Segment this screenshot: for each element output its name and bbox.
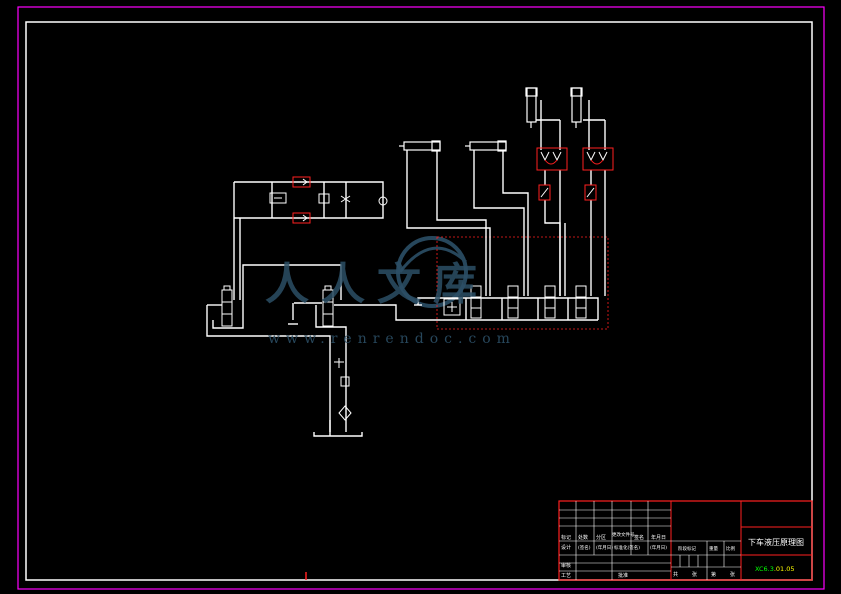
pilot-check-valve-pair-right [582,147,614,171]
tb-sheet-no: 第 [711,571,716,578]
tb-row2-0: 设计 [561,544,571,551]
tb-stage-label: 阶段标记 [678,545,696,552]
tb-sheet-total: 共 [673,571,678,578]
tb-row4-0: 工艺 [561,573,571,579]
watermark-title: 人人文库 [265,259,489,310]
drawing-number: XC6.3.01.05 [755,565,795,573]
throttle-valve-right [584,184,597,201]
drawing-title: 下车液压原理图 [748,537,804,547]
tb-row1-0: 标记 [561,534,571,541]
tb-row2-2: (年月日) [596,544,613,551]
pump-filter-group [334,358,352,421]
directional-valve-left [221,285,233,327]
tb-row1-5: 年月日 [651,534,666,541]
tb-row1-3: 更改文件号 [612,531,635,538]
horizontal-cylinder-right [465,140,507,152]
tb-row4-1: 批准 [618,572,628,579]
vertical-cylinder-right [570,87,583,128]
drawing-number-prefix: XC6.3 [755,565,774,573]
pilot-check-valve-pair-left [536,147,568,171]
tb-row2-4: (年月日) [650,544,667,551]
tb-row3-0: 审核 [561,562,571,569]
throttle-valve-left [538,184,551,201]
tb-weight-label: 重量 [709,545,718,552]
bridge-valves [269,192,388,206]
title-block: 标记 处数 分区 更改文件号 签名 年月日 设计 (签名) (年月日) 标准化(… [558,500,813,581]
drawing-number-suffix: .01.05 [774,565,795,573]
tb-row1-1: 处数 [578,534,588,541]
tb-scale-label: 比例 [726,545,735,552]
tb-sheet-word-2: 张 [730,571,735,578]
tb-row2-3: 标准化(签名) [614,544,640,551]
watermark-url: www.renrendoc.com [268,331,516,347]
tb-row1-2: 分区 [596,534,606,541]
vertical-cylinder-left [525,87,538,128]
horizontal-cylinder-left [399,140,441,152]
tb-sheet-word: 张 [692,571,697,578]
tb-row2-1: (签名) [578,544,591,551]
tb-row1-4: 签名 [634,534,644,541]
